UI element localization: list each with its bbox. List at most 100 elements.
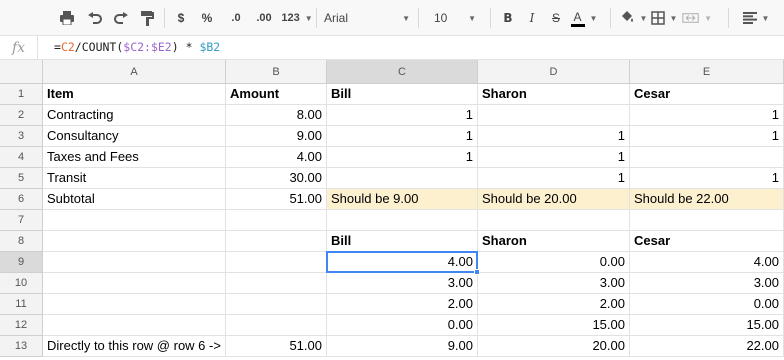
cell-e3[interactable]: 1	[630, 126, 784, 147]
row-header-7[interactable]: 7	[0, 210, 43, 231]
cell-b9[interactable]	[226, 252, 327, 273]
column-header-c[interactable]: C	[327, 60, 478, 84]
cell-a12[interactable]	[43, 315, 226, 336]
cell-a13[interactable]: Directly to this row @ row 6 ->	[43, 336, 226, 357]
more-formats-button[interactable]: 123 ▼	[280, 6, 314, 30]
cell-c9[interactable]: 4.00	[327, 252, 478, 273]
cell-c5[interactable]	[327, 168, 478, 189]
decrease-decimals-button[interactable]: .0	[224, 6, 248, 30]
row-header-13[interactable]: 13	[0, 336, 43, 357]
cell-b3[interactable]: 9.00	[226, 126, 327, 147]
borders-button[interactable]: ▼	[650, 6, 678, 30]
cell-b11[interactable]	[226, 294, 327, 315]
cell-e10[interactable]: 3.00	[630, 273, 784, 294]
row-header-1[interactable]: 1	[0, 84, 43, 105]
cell-c2[interactable]: 1	[327, 105, 478, 126]
undo-icon[interactable]	[84, 6, 106, 30]
cell-c13[interactable]: 9.00	[327, 336, 478, 357]
cell-a2[interactable]: Contracting	[43, 105, 226, 126]
column-header-a[interactable]: A	[43, 60, 226, 84]
cell-b2[interactable]: 8.00	[226, 105, 327, 126]
row-header-12[interactable]: 12	[0, 315, 43, 336]
cell-d10[interactable]: 3.00	[478, 273, 630, 294]
cell-a7[interactable]	[43, 210, 226, 231]
cell-e4[interactable]	[630, 147, 784, 168]
cell-c7[interactable]	[327, 210, 478, 231]
cell-e5[interactable]: 1	[630, 168, 784, 189]
cell-d12[interactable]: 15.00	[478, 315, 630, 336]
cell-d11[interactable]: 2.00	[478, 294, 630, 315]
cell-c8[interactable]: Bill	[327, 231, 478, 252]
row-header-9[interactable]: 9	[0, 252, 43, 273]
select-all-corner[interactable]	[0, 60, 43, 84]
cell-e8[interactable]: Cesar	[630, 231, 784, 252]
cell-a3[interactable]: Consultancy	[43, 126, 226, 147]
text-color-button[interactable]: A ▼	[570, 6, 598, 30]
cell-c12[interactable]: 0.00	[327, 315, 478, 336]
cell-a1[interactable]: Item	[43, 84, 226, 105]
merge-cells-button[interactable]: ▼	[682, 6, 712, 30]
increase-decimals-button[interactable]: .00	[250, 6, 278, 30]
currency-format-button[interactable]: $	[172, 6, 190, 30]
fill-handle[interactable]	[474, 269, 480, 275]
cell-e12[interactable]: 15.00	[630, 315, 784, 336]
cell-b12[interactable]	[226, 315, 327, 336]
cell-a11[interactable]	[43, 294, 226, 315]
cell-d1[interactable]: Sharon	[478, 84, 630, 105]
cell-d6[interactable]: Should be 20.00	[478, 189, 630, 210]
row-header-10[interactable]: 10	[0, 273, 43, 294]
cell-a4[interactable]: Taxes and Fees	[43, 147, 226, 168]
cell-e6[interactable]: Should be 22.00	[630, 189, 784, 210]
row-header-4[interactable]: 4	[0, 147, 43, 168]
cell-a6[interactable]: Subtotal	[43, 189, 226, 210]
paint-format-icon[interactable]	[136, 6, 158, 30]
cell-d8[interactable]: Sharon	[478, 231, 630, 252]
cell-a5[interactable]: Transit	[43, 168, 226, 189]
cell-e1[interactable]: Cesar	[630, 84, 784, 105]
cell-a9[interactable]	[43, 252, 226, 273]
cell-a8[interactable]	[43, 231, 226, 252]
percent-format-button[interactable]: %	[196, 6, 218, 30]
italic-button[interactable]: I	[522, 6, 542, 30]
cell-a10[interactable]	[43, 273, 226, 294]
cell-b4[interactable]: 4.00	[226, 147, 327, 168]
cell-e9[interactable]: 4.00	[630, 252, 784, 273]
row-header-5[interactable]: 5	[0, 168, 43, 189]
fill-color-button[interactable]: ▼	[618, 6, 648, 30]
cell-c10[interactable]: 3.00	[327, 273, 478, 294]
row-header-2[interactable]: 2	[0, 105, 43, 126]
cell-c1[interactable]: Bill	[327, 84, 478, 105]
cell-d13[interactable]: 20.00	[478, 336, 630, 357]
row-header-11[interactable]: 11	[0, 294, 43, 315]
cell-b8[interactable]	[226, 231, 327, 252]
cell-e7[interactable]	[630, 210, 784, 231]
cell-b13[interactable]: 51.00	[226, 336, 327, 357]
cell-b7[interactable]	[226, 210, 327, 231]
cell-e2[interactable]: 1	[630, 105, 784, 126]
cell-d5[interactable]: 1	[478, 168, 630, 189]
column-header-e[interactable]: E	[630, 60, 784, 84]
strikethrough-button[interactable]: S	[546, 6, 566, 30]
column-header-d[interactable]: D	[478, 60, 630, 84]
cell-c6[interactable]: Should be 9.00	[327, 189, 478, 210]
cell-c11[interactable]: 2.00	[327, 294, 478, 315]
cell-c3[interactable]: 1	[327, 126, 478, 147]
row-header-3[interactable]: 3	[0, 126, 43, 147]
cell-d3[interactable]: 1	[478, 126, 630, 147]
font-size-select[interactable]: 10 ▼	[424, 6, 486, 30]
cell-b5[interactable]: 30.00	[226, 168, 327, 189]
cell-d4[interactable]: 1	[478, 147, 630, 168]
cell-d2[interactable]	[478, 105, 630, 126]
cell-e13[interactable]: 22.00	[630, 336, 784, 357]
redo-icon[interactable]	[110, 6, 132, 30]
bold-button[interactable]: B	[498, 6, 518, 30]
formula-input[interactable]: =C2/COUNT($C2:$E2) * $B2	[54, 40, 220, 54]
cell-b1[interactable]: Amount	[226, 84, 327, 105]
cell-b10[interactable]	[226, 273, 327, 294]
row-header-8[interactable]: 8	[0, 231, 43, 252]
cell-c4[interactable]: 1	[327, 147, 478, 168]
horizontal-align-button[interactable]: ▼	[740, 6, 772, 30]
row-header-6[interactable]: 6	[0, 189, 43, 210]
print-icon[interactable]	[56, 6, 78, 30]
cell-d7[interactable]	[478, 210, 630, 231]
